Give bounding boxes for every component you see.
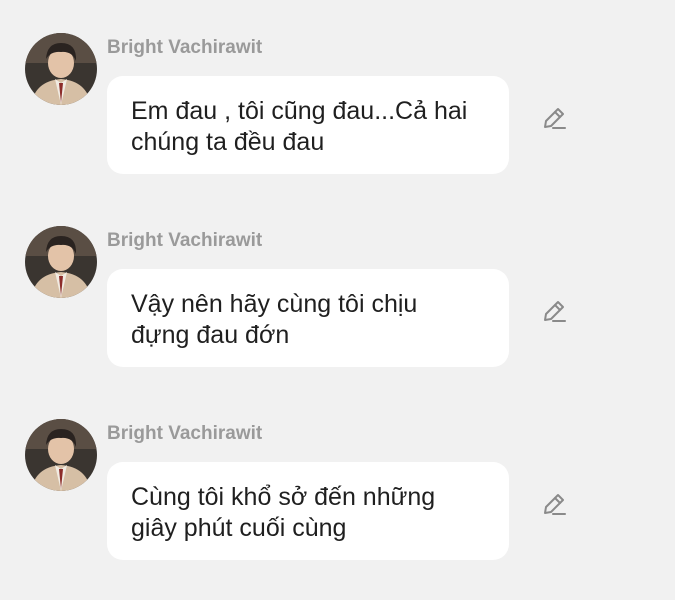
message-bubble[interactable]: Vậy nên hãy cùng tôi chịu đựng đau đớn	[107, 269, 509, 367]
message-text-line: Em đau , tôi cũng đau...Cả hai	[131, 97, 468, 125]
sender-name: Bright Vachirawit	[107, 230, 263, 251]
message-text-line: Vậy nên hãy cùng tôi chịu	[131, 290, 418, 318]
message-bubble[interactable]: Cùng tôi khổ sở đến những giây phút cuối…	[107, 462, 509, 560]
message-bubble[interactable]: Em đau , tôi cũng đau...Cả hai chúng ta …	[107, 76, 509, 174]
avatar[interactable]	[25, 33, 97, 105]
pencil-icon[interactable]	[540, 105, 568, 133]
sender-name: Bright Vachirawit	[107, 37, 263, 58]
avatar[interactable]	[25, 226, 97, 298]
pencil-icon[interactable]	[540, 298, 568, 326]
message-item: Bright Vachirawit Cùng tôi khổ sở đến nh…	[0, 419, 675, 579]
message-item: Bright Vachirawit Vậy nên hãy cùng tôi c…	[0, 226, 675, 386]
message-text-line: chúng ta đều đau	[131, 128, 325, 156]
message-text-line: giây phút cuối cùng	[131, 514, 347, 542]
message-text-line: đựng đau đớn	[131, 321, 290, 349]
message-item: Bright Vachirawit Em đau , tôi cũng đau.…	[0, 33, 675, 193]
pencil-icon[interactable]	[540, 491, 568, 519]
avatar[interactable]	[25, 419, 97, 491]
sender-name: Bright Vachirawit	[107, 423, 263, 444]
message-text-line: Cùng tôi khổ sở đến những	[131, 483, 436, 511]
